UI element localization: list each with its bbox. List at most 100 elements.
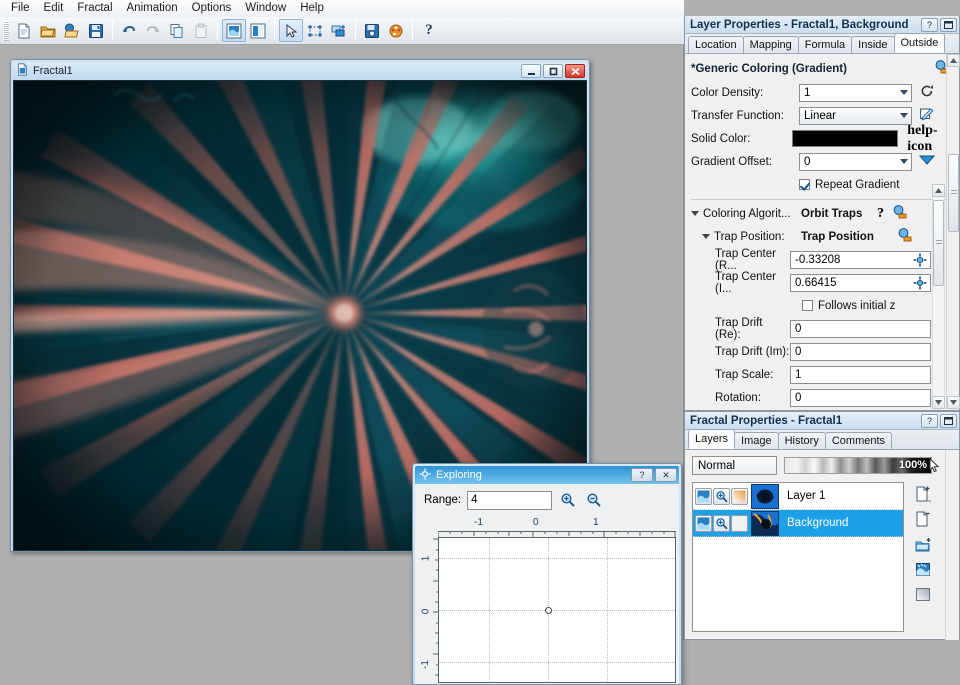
tab-history[interactable]: History [778, 432, 826, 449]
fractal-properties-titlebar[interactable]: Fractal Properties - Fractal1 ? [685, 412, 959, 430]
pointer-tool-icon[interactable] [279, 19, 303, 42]
menu-item-window[interactable]: Window [238, 0, 293, 17]
layer-zoom-icon[interactable] [713, 515, 730, 532]
table-row[interactable]: Layer 1 [693, 483, 903, 510]
layer-list[interactable]: Layer 1 Ba [692, 482, 904, 632]
open-icon[interactable] [36, 19, 60, 42]
exploring-titlebar[interactable]: Exploring ? ✕ [415, 466, 679, 484]
minimize-button[interactable] [521, 64, 541, 78]
tab-location[interactable]: Location [688, 36, 744, 53]
toolbar-grip[interactable] [3, 21, 9, 41]
tab-layers[interactable]: Layers [688, 429, 735, 449]
layer-mask-toggle-icon[interactable] [731, 515, 748, 532]
tab-formula[interactable]: Formula [798, 36, 852, 53]
exploring-window[interactable]: Exploring ? ✕ Range: [412, 463, 682, 685]
menu-item-animation[interactable]: Animation [120, 0, 185, 17]
coloring-section-scrollbar[interactable] [932, 184, 945, 409]
scroll-up-button[interactable] [947, 54, 960, 67]
layer-mask-toggle-icon[interactable] [731, 488, 748, 505]
layer-properties-minimize-button[interactable] [940, 18, 957, 32]
scroll-thumb[interactable] [933, 200, 944, 286]
menu-item-options[interactable]: Options [185, 0, 239, 17]
fractal-properties-scrollbar-area[interactable] [945, 450, 959, 640]
save-icon[interactable] [84, 19, 108, 42]
scroll-up-button[interactable] [932, 184, 945, 197]
exploring-plot[interactable]: -1 0 1 [424, 517, 676, 683]
layer-texture-icon[interactable] [911, 557, 935, 582]
layers-icon[interactable] [327, 19, 351, 42]
color-density-combo[interactable]: 1 [799, 84, 912, 102]
picker-icon[interactable] [913, 253, 927, 270]
help-button[interactable]: ? [417, 19, 441, 42]
add-layer-icon[interactable] [911, 482, 935, 507]
layer-visible-icon[interactable] [695, 488, 712, 505]
gradient-offset-combo[interactable]: 0 [799, 153, 912, 171]
palette-icon[interactable] [384, 19, 408, 42]
add-group-icon[interactable] [911, 532, 935, 557]
chevron-expand-icon[interactable] [702, 234, 710, 239]
menu-item-fractal[interactable]: Fractal [70, 0, 119, 17]
tab-mapping[interactable]: Mapping [743, 36, 799, 53]
browse-trap-icon[interactable] [897, 227, 914, 246]
exploring-close-button[interactable]: ✕ [655, 468, 677, 482]
plot-canvas[interactable] [438, 537, 676, 683]
range-input[interactable] [467, 491, 552, 510]
maximize-button[interactable] [543, 64, 563, 78]
redo-icon[interactable] [141, 19, 165, 42]
scroll-thumb[interactable] [948, 154, 959, 232]
reset-icon[interactable] [920, 84, 934, 101]
origin-marker[interactable] [545, 607, 552, 614]
fractal-window-titlebar[interactable]: Fractal1 [13, 62, 587, 80]
tab-inside[interactable]: Inside [851, 36, 894, 53]
tab-image[interactable]: Image [734, 432, 779, 449]
trap-center-re-input[interactable]: -0.33208 [790, 251, 931, 269]
picker-icon[interactable] [913, 276, 927, 293]
transform-tool-icon[interactable] [303, 19, 327, 42]
chevron-expand-icon[interactable] [691, 211, 699, 216]
paste-icon[interactable] [189, 19, 213, 42]
close-button[interactable] [565, 64, 585, 78]
fractal-properties-minimize-button[interactable] [940, 414, 957, 428]
trap-center-im-input[interactable]: 0.66415 [790, 274, 931, 292]
delete-layer-icon[interactable] [911, 507, 935, 532]
zoom-in-icon[interactable] [558, 490, 578, 510]
trap-drift-im-input[interactable]: 0 [790, 343, 931, 361]
menu-item-help[interactable]: Help [293, 0, 331, 17]
solid-color-swatch[interactable] [792, 130, 898, 147]
blend-mode-combo[interactable]: Normal [692, 456, 777, 475]
scroll-down-button[interactable] [947, 396, 960, 409]
fractal-properties-help-button[interactable]: ? [921, 414, 938, 428]
layer-mask-icon[interactable] [911, 582, 935, 607]
edit-icon[interactable] [920, 107, 934, 124]
coloring-algorithm-help-icon[interactable]: ? [877, 206, 884, 222]
rotation-input[interactable]: 0 [790, 389, 931, 407]
tab-outside[interactable]: Outside [894, 33, 946, 53]
layer-properties-scrollbar[interactable] [946, 54, 959, 409]
menu-item-file[interactable]: File [4, 0, 37, 17]
exploring-help-button[interactable]: ? [631, 468, 653, 482]
layer-properties-help-button[interactable]: ? [921, 18, 938, 32]
layer-properties-titlebar[interactable]: Layer Properties - Fractal1, Background … [685, 16, 959, 34]
layer-thumbnail[interactable] [751, 511, 779, 536]
gradient-dropdown-icon[interactable] [919, 154, 935, 169]
opacity-slider[interactable]: 100% [784, 457, 932, 474]
fractal-window-icon[interactable] [222, 19, 246, 42]
zoom-out-icon[interactable] [584, 490, 604, 510]
layer-thumbnail[interactable] [751, 484, 779, 509]
table-row[interactable]: Background [693, 510, 903, 537]
layer-visible-icon[interactable] [695, 515, 712, 532]
follows-initial-z-checkbox[interactable] [802, 300, 813, 311]
scroll-down-button[interactable] [932, 396, 945, 409]
undo-icon[interactable] [117, 19, 141, 42]
browse-algorithm-icon[interactable] [892, 204, 909, 223]
copy-icon[interactable] [165, 19, 189, 42]
transfer-function-combo[interactable]: Linear [799, 107, 912, 125]
trap-drift-re-input[interactable]: 0 [790, 320, 931, 338]
menu-item-edit[interactable]: Edit [37, 0, 71, 17]
tab-comments[interactable]: Comments [825, 432, 892, 449]
render-icon[interactable] [360, 19, 384, 42]
gradient-window-icon[interactable] [246, 19, 270, 42]
layer-zoom-icon[interactable] [713, 488, 730, 505]
trap-scale-input[interactable]: 1 [790, 366, 931, 384]
repeat-gradient-checkbox[interactable] [799, 179, 810, 190]
